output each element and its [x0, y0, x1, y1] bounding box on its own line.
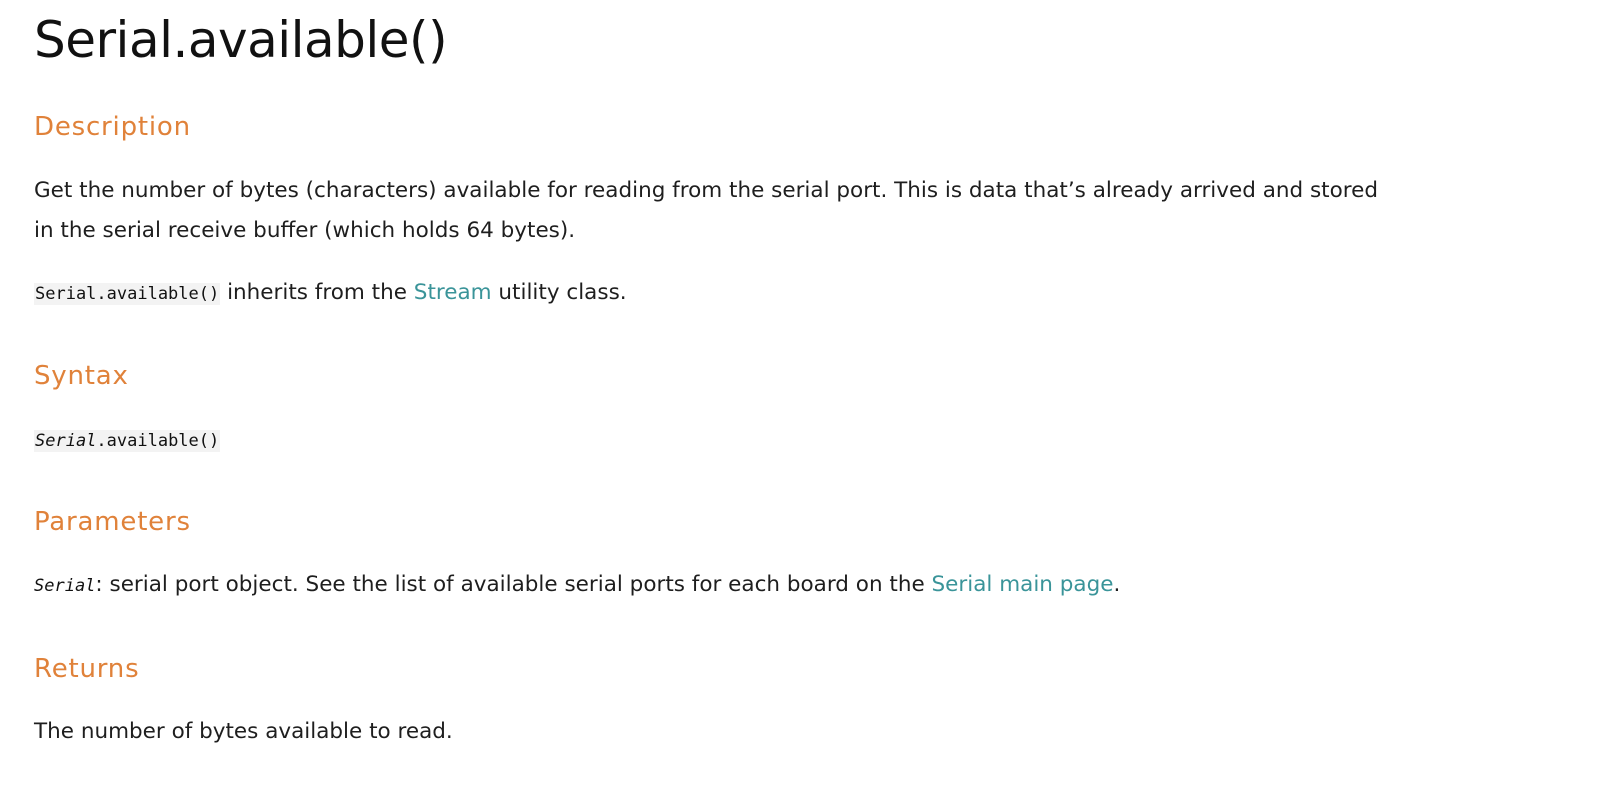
description-heading: Description — [34, 112, 191, 142]
inheritance-text: inherits from the — [220, 280, 414, 305]
serial-main-page-link[interactable]: Serial main page — [932, 572, 1114, 597]
inheritance-text-end: utility class. — [491, 280, 627, 305]
description-text: Get the number of bytes (characters) ava… — [34, 178, 1379, 243]
stream-link[interactable]: Stream — [414, 280, 492, 305]
syntax-code: Serial.available() — [34, 430, 221, 452]
parameters-text: Serial: serial port object. See the list… — [34, 565, 1404, 606]
inline-code: Serial.available() — [34, 283, 221, 305]
parameters-heading: Parameters — [34, 507, 191, 537]
syntax-heading: Syntax — [34, 361, 129, 391]
inheritance-note: Serial.available() inherits from the Str… — [34, 273, 1404, 314]
syntax-block: Serial.available() — [34, 420, 1404, 461]
page-title: Serial.available() — [34, 11, 448, 69]
param-description: : serial port object. See the list of av… — [95, 572, 932, 597]
syntax-code-method: .available() — [96, 431, 220, 451]
returns-heading: Returns — [34, 654, 140, 684]
param-name: Serial — [34, 576, 96, 596]
syntax-code-object: Serial — [35, 431, 97, 451]
param-description-end: . — [1113, 572, 1121, 597]
returns-text: The number of bytes available to read. — [34, 719, 453, 744]
